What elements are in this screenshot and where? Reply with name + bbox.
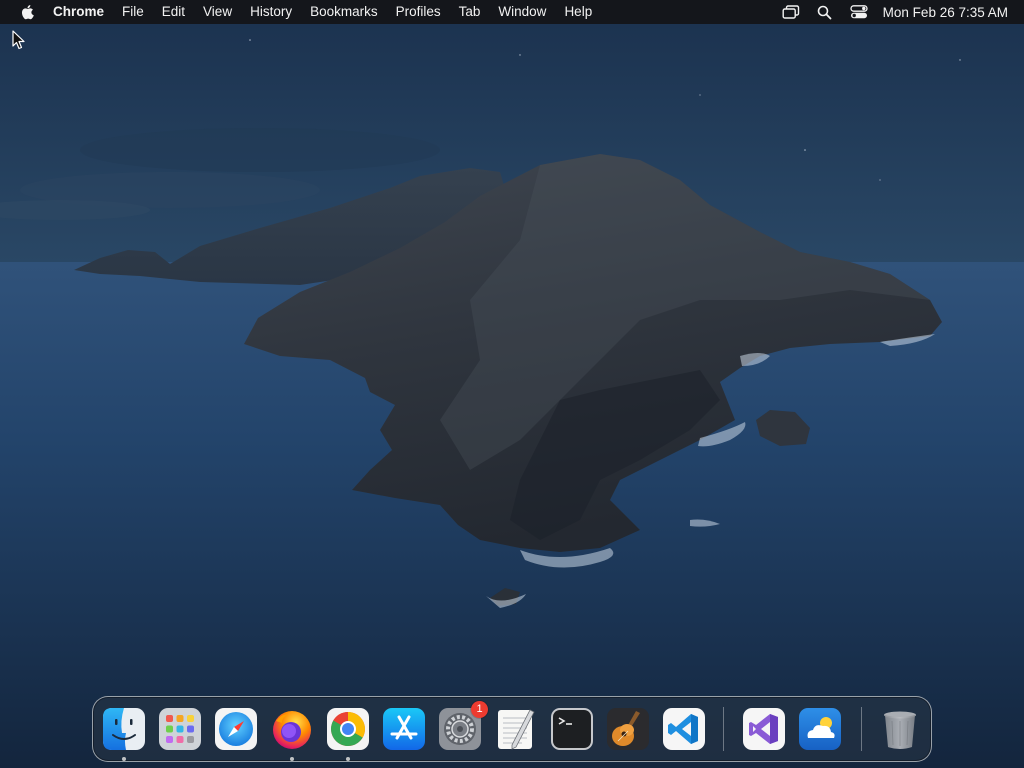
menu-app-name[interactable]: Chrome — [44, 0, 113, 24]
running-indicator-finder — [122, 757, 126, 761]
chrome-icon — [327, 708, 369, 750]
dock-item-app-store[interactable] — [382, 707, 426, 751]
menu-view[interactable]: View — [194, 0, 241, 24]
firefox-icon — [273, 711, 311, 749]
menu-tab[interactable]: Tab — [450, 0, 490, 24]
dock-separator — [723, 707, 724, 751]
desktop-wallpaper — [0, 24, 1024, 768]
garageband-icon — [607, 708, 649, 750]
dock-item-vscode[interactable] — [662, 707, 706, 751]
menu-profiles[interactable]: Profiles — [387, 0, 450, 24]
dock-item-trash[interactable] — [878, 707, 922, 751]
running-indicator-chrome — [346, 757, 350, 761]
mouse-pointer-icon — [12, 30, 25, 50]
menu-help[interactable]: Help — [555, 0, 601, 24]
dock: 1 — [92, 696, 932, 762]
trash-icon — [884, 711, 916, 749]
vscode-icon — [663, 708, 705, 750]
textedit-icon — [498, 709, 535, 750]
apple-logo-icon[interactable] — [16, 0, 38, 24]
notification-badge: 1 — [471, 701, 488, 718]
safari-icon — [215, 708, 257, 750]
menu-edit[interactable]: Edit — [153, 0, 194, 24]
menu-bar: Chrome File Edit View History Bookmarks … — [0, 0, 1024, 24]
weather-icon — [799, 708, 841, 750]
menu-bar-status-area: Mon Feb 26 7:35 AM — [767, 0, 1024, 24]
menu-window[interactable]: Window — [489, 0, 555, 24]
spotlight-search-icon[interactable] — [815, 0, 835, 24]
running-indicator-firefox — [290, 757, 294, 761]
dock-item-terminal[interactable] — [550, 707, 594, 751]
menu-bookmarks[interactable]: Bookmarks — [301, 0, 387, 24]
app-store-icon — [383, 708, 425, 750]
screen-mirroring-icon[interactable] — [781, 0, 801, 24]
dock-separator-trash — [861, 707, 862, 751]
dock-item-textedit[interactable] — [494, 707, 538, 751]
dock-item-visual-studio[interactable] — [742, 707, 786, 751]
dock-item-launchpad[interactable] — [158, 707, 202, 751]
menu-file[interactable]: File — [113, 0, 153, 24]
control-center-icon[interactable] — [849, 0, 869, 24]
menu-bar-clock[interactable]: Mon Feb 26 7:35 AM — [883, 5, 1008, 20]
dock-item-safari[interactable] — [214, 707, 258, 751]
dock-item-weather[interactable] — [798, 707, 842, 751]
dock-item-finder[interactable] — [102, 707, 146, 751]
dock-item-garageband[interactable] — [606, 707, 650, 751]
desktop: Chrome File Edit View History Bookmarks … — [0, 0, 1024, 768]
terminal-icon — [551, 708, 593, 750]
dock-item-system-preferences[interactable]: 1 — [438, 701, 488, 751]
menu-history[interactable]: History — [241, 0, 301, 24]
dock-item-chrome[interactable] — [326, 707, 370, 751]
visual-studio-icon — [743, 708, 785, 750]
launchpad-icon — [159, 708, 201, 750]
finder-icon — [103, 708, 145, 750]
dock-item-firefox[interactable] — [270, 707, 314, 751]
